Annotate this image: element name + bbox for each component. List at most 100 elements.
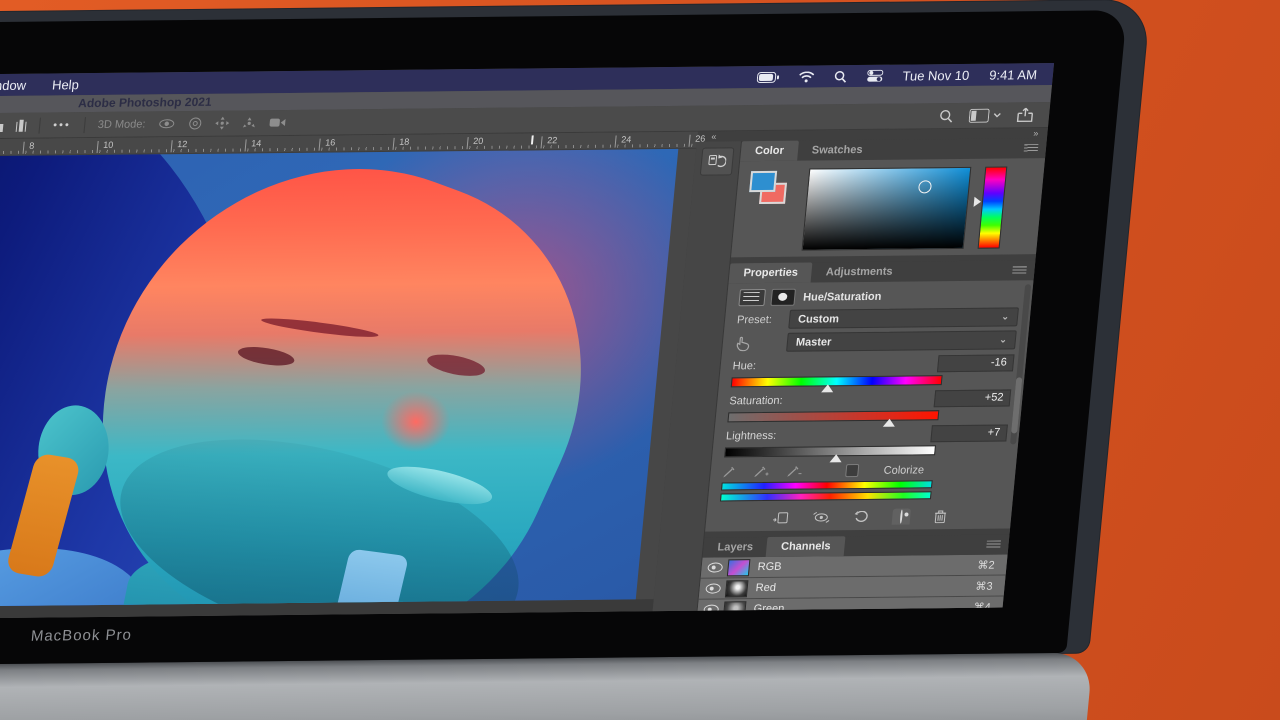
ruler-number: 16 — [325, 137, 336, 147]
adjustment-title: Hue/Saturation — [803, 290, 882, 303]
channel-thumbnail — [725, 580, 749, 597]
chevron-down-icon: ⌄ — [1001, 311, 1010, 322]
workspace-switcher[interactable] — [969, 108, 1002, 122]
distribute-content-icon[interactable] — [16, 119, 27, 131]
saturation-value[interactable]: +52 — [934, 389, 1012, 407]
trash-icon[interactable] — [933, 510, 946, 523]
search-icon[interactable] — [833, 70, 847, 83]
color-field-cursor[interactable] — [918, 180, 932, 193]
menu-help[interactable]: Help — [51, 77, 79, 92]
tab-channels[interactable]: Channels — [766, 536, 845, 557]
battery-icon[interactable] — [756, 71, 779, 82]
wifi-icon[interactable] — [798, 71, 814, 82]
channel-shortcut: ⌘3 — [975, 579, 993, 592]
scrubby-hand[interactable] — [734, 334, 788, 351]
menubar-date[interactable]: Tue Nov 10 — [902, 67, 970, 83]
collapse-left-button[interactable]: « — [711, 131, 718, 141]
channel-select[interactable]: Master ⌄ — [786, 330, 1017, 351]
device-label: MacBook Pro — [30, 627, 133, 645]
search-icon[interactable] — [939, 109, 954, 123]
share-icon[interactable] — [1016, 107, 1033, 122]
reset-icon[interactable] — [853, 511, 868, 523]
menubar-time[interactable]: 9:41 AM — [989, 67, 1038, 83]
workspace-icon — [969, 108, 990, 122]
visibility-toggle-icon[interactable] — [891, 508, 911, 524]
channel-thumbnail — [727, 559, 751, 576]
hue-thumb[interactable] — [821, 384, 834, 392]
eyedropper-plus-icon[interactable] — [753, 465, 769, 478]
saturation-track[interactable] — [727, 410, 939, 422]
ruler-number: 20 — [473, 136, 484, 146]
ruler-number: 10 — [103, 140, 114, 150]
colorize-checkbox[interactable] — [845, 464, 859, 477]
collapse-right-button[interactable]: » — [1033, 128, 1040, 138]
tab-adjustments[interactable]: Adjustments — [811, 262, 908, 283]
align-content-icon[interactable] — [0, 119, 4, 131]
stage: { "device": { "label": "MacBook Pro" }, … — [0, 0, 1280, 720]
macbook-laptop: ndow Help — [0, 0, 1155, 720]
targeted-adjustment-icon — [734, 335, 754, 351]
3d-slide-icon[interactable] — [242, 116, 257, 129]
lightness-value[interactable]: +7 — [930, 424, 1008, 442]
screen-bezel: ndow Help — [0, 10, 1127, 665]
ruler-cursor-indicator — [531, 135, 534, 144]
tab-layers[interactable]: Layers — [703, 537, 768, 558]
visibility-eye-icon[interactable] — [701, 562, 728, 572]
divider — [39, 117, 42, 133]
view-previous-state-icon[interactable] — [811, 511, 830, 523]
history-icon — [707, 153, 727, 169]
lightness-track[interactable] — [724, 445, 936, 457]
saturation-thumb[interactable] — [883, 419, 896, 427]
ruler-number: 24 — [621, 134, 632, 144]
foreground-color-swatch[interactable] — [749, 171, 777, 192]
ruler-number: 22 — [547, 135, 558, 145]
panel-menu-icon[interactable] — [1012, 266, 1027, 274]
hue-label: Hue: — [732, 360, 756, 372]
panel-menu-icon[interactable] — [1024, 144, 1039, 152]
channel-value: Master — [795, 336, 832, 348]
preset-select[interactable]: Custom ⌄ — [788, 307, 1019, 328]
screen-display: ndow Help — [0, 63, 1054, 619]
canvas-image[interactable] — [0, 149, 678, 607]
clip-to-layer-icon[interactable] — [771, 512, 788, 524]
control-center-icon[interactable] — [866, 70, 883, 82]
color-panel — [731, 158, 1045, 257]
foreground-background-swatches[interactable] — [748, 171, 785, 203]
properties-panel: Hue/Saturation Preset: Custom ⌄ — [705, 280, 1033, 531]
3d-pan-icon[interactable] — [215, 117, 230, 130]
tab-color[interactable]: Color — [740, 141, 799, 162]
hue-ramp-after — [720, 491, 932, 501]
workspace-content: 8 10 12 14 16 18 20 22 24 26 — [0, 128, 1048, 619]
more-options-button[interactable]: ••• — [53, 119, 72, 131]
lightness-slider: Lightness: +7 — [724, 424, 1008, 457]
layer-mask-icon[interactable] — [770, 289, 796, 306]
3d-roll-icon[interactable] — [188, 117, 203, 130]
laptop-shell: ndow Help — [0, 0, 1150, 665]
3d-camera-icon[interactable] — [269, 117, 287, 128]
history-panel-button[interactable] — [700, 147, 735, 175]
menu-window[interactable]: ndow — [0, 77, 27, 92]
hue-slider: Hue: -16 — [731, 354, 1015, 387]
chevron-down-icon: ⌄ — [999, 334, 1008, 345]
lightness-thumb[interactable] — [829, 454, 842, 462]
channel-name: Red — [755, 582, 776, 594]
hue-value[interactable]: -16 — [937, 354, 1015, 372]
panel-menu-icon[interactable] — [986, 541, 1001, 549]
3d-orbit-icon[interactable] — [158, 117, 176, 130]
hue-strip[interactable] — [978, 166, 1008, 248]
saturation-brightness-field[interactable] — [802, 167, 972, 251]
hue-strip-slider[interactable] — [974, 197, 982, 207]
canvas-column: 8 10 12 14 16 18 20 22 24 26 — [0, 132, 698, 620]
panel-dock: « » — [653, 128, 1048, 611]
adjustment-layer-icon — [738, 289, 766, 306]
eyedropper-minus-icon[interactable] — [786, 465, 802, 478]
hue-track[interactable] — [731, 375, 943, 387]
ruler-number: 18 — [399, 137, 410, 147]
ruler-number: 14 — [251, 138, 262, 148]
laptop-deck — [0, 653, 1093, 720]
ruler-number: 8 — [29, 141, 35, 151]
visibility-eye-icon[interactable] — [699, 583, 726, 593]
tab-swatches[interactable]: Swatches — [797, 140, 878, 161]
tab-properties[interactable]: Properties — [729, 263, 813, 284]
eyedropper-icon[interactable] — [722, 465, 736, 478]
